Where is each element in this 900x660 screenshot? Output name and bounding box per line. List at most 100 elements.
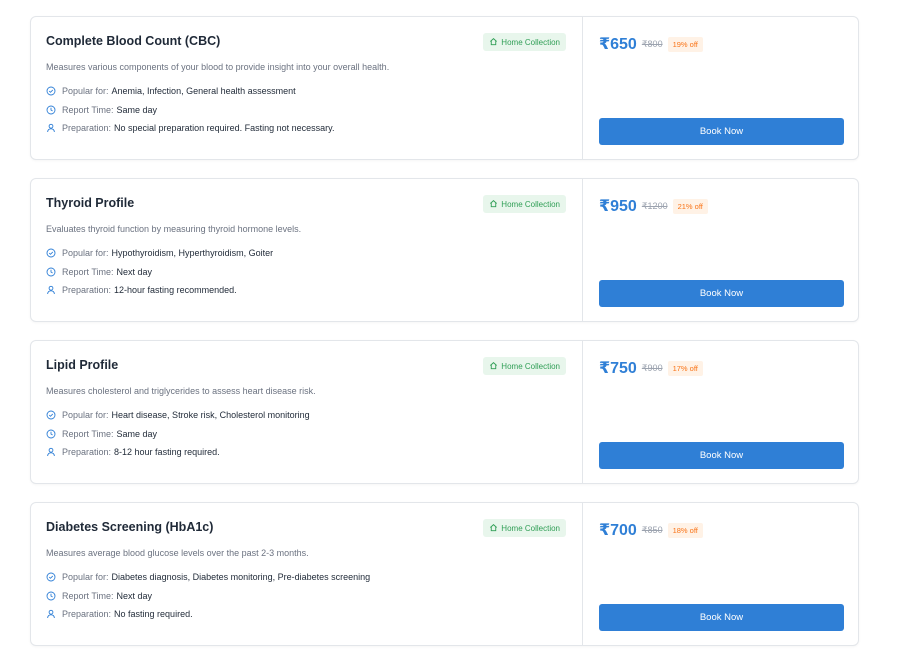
preparation-label: Preparation: bbox=[62, 609, 112, 619]
home-icon bbox=[489, 361, 498, 372]
test-description: Measures various components of your bloo… bbox=[46, 62, 390, 72]
original-price: ₹900 bbox=[641, 362, 663, 373]
report-time-row: Report Time: Same day bbox=[46, 427, 157, 441]
report-time-value: Same day bbox=[116, 105, 158, 115]
check-circle-icon bbox=[46, 572, 56, 582]
test-description: Measures cholesterol and triglycerides t… bbox=[46, 386, 316, 396]
home-icon bbox=[489, 37, 498, 48]
price: ₹950 bbox=[599, 198, 637, 215]
original-price: ₹800 bbox=[641, 38, 663, 49]
home-icon bbox=[489, 523, 498, 534]
report-time-label: Report Time: bbox=[62, 105, 114, 115]
badge-label: Home Collection bbox=[501, 523, 560, 533]
report-time-label: Report Time: bbox=[62, 267, 114, 277]
preparation-label: Preparation: bbox=[62, 447, 112, 457]
clock-icon bbox=[46, 429, 56, 439]
badge-label: Home Collection bbox=[501, 37, 560, 47]
preparation-value: 8-12 hour fasting required. bbox=[114, 447, 220, 457]
popular-for-value: Heart disease, Stroke risk, Cholesterol … bbox=[111, 410, 310, 420]
clock-icon bbox=[46, 267, 56, 277]
home-collection-badge: Home Collection bbox=[483, 195, 566, 213]
price-row: ₹700 ₹850 18% off bbox=[599, 520, 703, 540]
popular-for-label: Popular for: bbox=[62, 410, 109, 420]
test-info: Complete Blood Count (CBC) Home Collecti… bbox=[31, 17, 583, 159]
test-title: Thyroid Profile bbox=[46, 196, 135, 210]
user-icon bbox=[46, 285, 56, 295]
user-icon bbox=[46, 609, 56, 619]
test-title: Diabetes Screening (HbA1c) bbox=[46, 520, 214, 534]
popular-for-value: Anemia, Infection, General health assess… bbox=[111, 86, 296, 96]
report-time-value: Next day bbox=[116, 591, 153, 601]
price-row: ₹950 ₹1200 21% off bbox=[599, 196, 708, 216]
price: ₹750 bbox=[599, 360, 637, 377]
discount-badge: 19% off bbox=[667, 36, 703, 52]
test-card: Diabetes Screening (HbA1c) Home Collecti… bbox=[30, 502, 859, 646]
user-icon bbox=[46, 447, 56, 457]
clock-icon bbox=[46, 591, 56, 601]
report-time-row: Report Time: Next day bbox=[46, 589, 152, 603]
preparation-row: Preparation: 12-hour fasting recommended… bbox=[46, 283, 237, 297]
test-pricing: ₹750 ₹900 17% off Book Now bbox=[583, 341, 858, 483]
price-row: ₹650 ₹800 19% off bbox=[599, 34, 703, 54]
clock-icon bbox=[46, 105, 56, 115]
popular-for-row: Popular for: Heart disease, Stroke risk,… bbox=[46, 408, 310, 422]
discount-badge: 21% off bbox=[672, 198, 708, 214]
report-time-label: Report Time: bbox=[62, 429, 114, 439]
book-now-button[interactable]: Book Now bbox=[599, 442, 844, 469]
test-description: Evaluates thyroid function by measuring … bbox=[46, 224, 302, 234]
popular-for-label: Popular for: bbox=[62, 248, 109, 258]
price-row: ₹750 ₹900 17% off bbox=[599, 358, 703, 378]
test-info: Lipid Profile Home Collection Measures c… bbox=[31, 341, 583, 483]
price: ₹650 bbox=[599, 36, 637, 53]
original-price: ₹850 bbox=[641, 524, 663, 535]
report-time-label: Report Time: bbox=[62, 591, 114, 601]
preparation-label: Preparation: bbox=[62, 285, 112, 295]
preparation-row: Preparation: No special preparation requ… bbox=[46, 121, 334, 135]
popular-for-row: Popular for: Diabetes diagnosis, Diabete… bbox=[46, 570, 370, 584]
test-title: Lipid Profile bbox=[46, 358, 119, 372]
popular-for-label: Popular for: bbox=[62, 572, 109, 582]
book-now-button[interactable]: Book Now bbox=[599, 118, 844, 145]
popular-for-row: Popular for: Anemia, Infection, General … bbox=[46, 84, 296, 98]
badge-label: Home Collection bbox=[501, 199, 560, 209]
preparation-value: No fasting required. bbox=[114, 609, 193, 619]
price: ₹700 bbox=[599, 522, 637, 539]
test-card: Lipid Profile Home Collection Measures c… bbox=[30, 340, 859, 484]
test-card: Complete Blood Count (CBC) Home Collecti… bbox=[30, 16, 859, 160]
preparation-row: Preparation: 8-12 hour fasting required. bbox=[46, 445, 220, 459]
test-pricing: ₹700 ₹850 18% off Book Now bbox=[583, 503, 858, 645]
test-description: Measures average blood glucose levels ov… bbox=[46, 548, 309, 558]
home-icon bbox=[489, 199, 498, 210]
discount-badge: 18% off bbox=[667, 522, 703, 538]
test-info: Thyroid Profile Home Collection Evaluate… bbox=[31, 179, 583, 321]
preparation-value: No special preparation required. Fasting… bbox=[114, 123, 335, 133]
home-collection-badge: Home Collection bbox=[483, 33, 566, 51]
test-pricing: ₹950 ₹1200 21% off Book Now bbox=[583, 179, 858, 321]
check-circle-icon bbox=[46, 86, 56, 96]
report-time-row: Report Time: Next day bbox=[46, 265, 152, 279]
test-title: Complete Blood Count (CBC) bbox=[46, 34, 221, 48]
book-now-button[interactable]: Book Now bbox=[599, 280, 844, 307]
preparation-value: 12-hour fasting recommended. bbox=[114, 285, 237, 295]
home-collection-badge: Home Collection bbox=[483, 519, 566, 537]
popular-for-value: Hypothyroidism, Hyperthyroidism, Goiter bbox=[111, 248, 274, 258]
report-time-row: Report Time: Same day bbox=[46, 103, 157, 117]
report-time-value: Same day bbox=[116, 429, 158, 439]
book-now-button[interactable]: Book Now bbox=[599, 604, 844, 631]
report-time-value: Next day bbox=[116, 267, 153, 277]
original-price: ₹1200 bbox=[641, 200, 668, 211]
preparation-label: Preparation: bbox=[62, 123, 112, 133]
check-circle-icon bbox=[46, 410, 56, 420]
badge-label: Home Collection bbox=[501, 361, 560, 371]
home-collection-badge: Home Collection bbox=[483, 357, 566, 375]
preparation-row: Preparation: No fasting required. bbox=[46, 607, 193, 621]
popular-for-label: Popular for: bbox=[62, 86, 109, 96]
test-info: Diabetes Screening (HbA1c) Home Collecti… bbox=[31, 503, 583, 645]
popular-for-row: Popular for: Hypothyroidism, Hyperthyroi… bbox=[46, 246, 273, 260]
check-circle-icon bbox=[46, 248, 56, 258]
user-icon bbox=[46, 123, 56, 133]
test-card: Thyroid Profile Home Collection Evaluate… bbox=[30, 178, 859, 322]
popular-for-value: Diabetes diagnosis, Diabetes monitoring,… bbox=[111, 572, 371, 582]
discount-badge: 17% off bbox=[667, 360, 703, 376]
test-pricing: ₹650 ₹800 19% off Book Now bbox=[583, 17, 858, 159]
